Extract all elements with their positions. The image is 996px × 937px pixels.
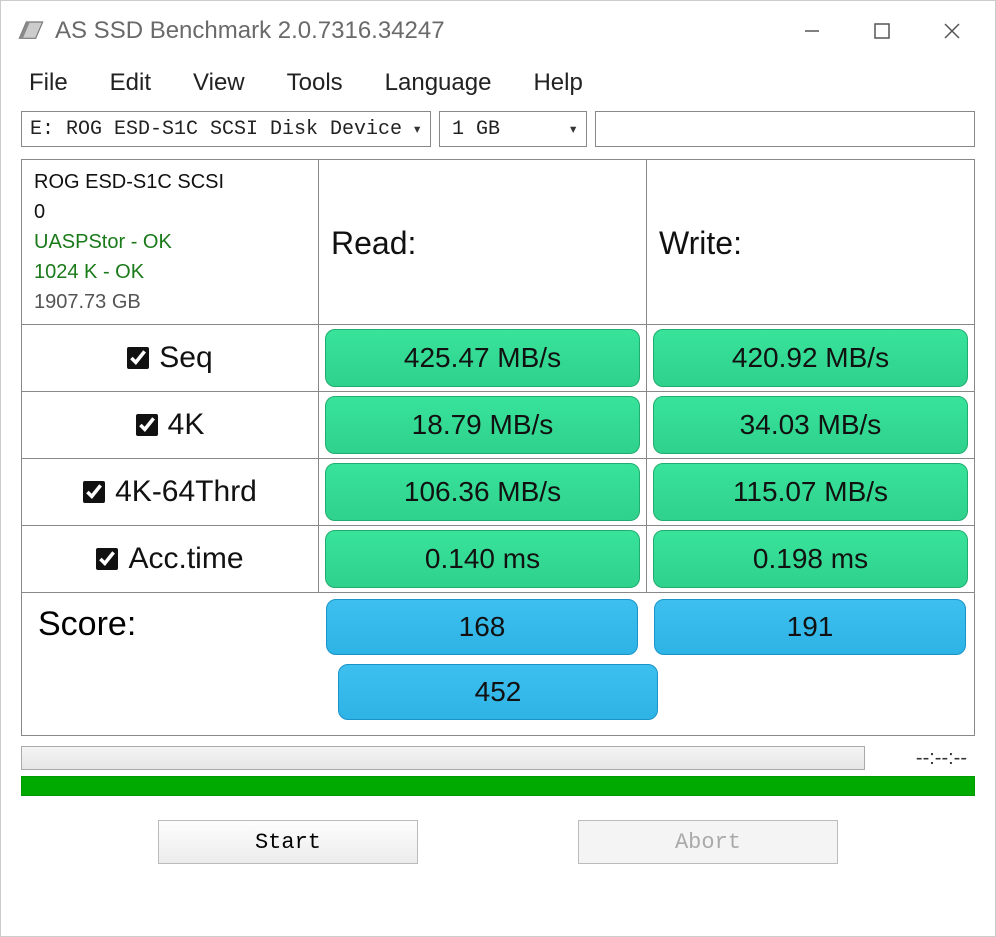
acc-write-value: 0.198 ms	[653, 530, 968, 588]
drive-select-value: E: ROG ESD-S1C SCSI Disk Device	[30, 118, 402, 141]
maximize-button[interactable]	[847, 6, 917, 56]
menu-tools[interactable]: Tools	[287, 69, 343, 97]
4k-read-cell: 18.79 MB/s	[319, 392, 646, 458]
chevron-down-icon: ▾	[568, 119, 578, 139]
4k64-write-value: 115.07 MB/s	[653, 463, 968, 521]
app-icon	[17, 15, 45, 48]
chevron-down-icon: ▾	[412, 119, 422, 139]
progress-row: --:--:--	[21, 746, 975, 770]
progress-bar-1	[21, 746, 865, 770]
abort-button: Abort	[578, 820, 838, 864]
drive-info-cell: ROG ESD-S1C SCSI 0 UASPStor - OK 1024 K …	[22, 160, 318, 324]
start-button[interactable]: Start	[158, 820, 418, 864]
score-label: Score:	[22, 593, 318, 664]
timer-label: --:--:--	[865, 747, 975, 770]
acc-read-value: 0.140 ms	[325, 530, 640, 588]
window-title: AS SSD Benchmark 2.0.7316.34247	[55, 17, 777, 45]
header-write: Write:	[647, 160, 974, 324]
title-bar: AS SSD Benchmark 2.0.7316.34247	[1, 1, 995, 61]
4k64-write-cell: 115.07 MB/s	[647, 459, 974, 525]
drive-name: ROG ESD-S1C SCSI	[34, 167, 224, 197]
size-select-value: 1 GB	[452, 118, 500, 141]
score-write: 191	[654, 599, 966, 655]
score-read-cell: 168	[318, 593, 646, 657]
close-button[interactable]	[917, 6, 987, 56]
row-acc-label: Acc.time	[22, 526, 318, 592]
results-grid: ROG ESD-S1C SCSI 0 UASPStor - OK 1024 K …	[21, 159, 975, 736]
menu-view[interactable]: View	[193, 69, 245, 97]
row-4k-label: 4K	[22, 392, 318, 458]
4k-read-value: 18.79 MB/s	[325, 396, 640, 454]
seq-read-value: 425.47 MB/s	[325, 329, 640, 387]
acc-write-cell: 0.198 ms	[647, 526, 974, 592]
blank-field[interactable]	[595, 111, 975, 147]
4k-label: 4K	[168, 408, 205, 442]
button-row: Start Abort	[1, 796, 995, 884]
row-4k64-label: 4K-64Thrd	[22, 459, 318, 525]
seq-read-cell: 425.47 MB/s	[319, 325, 646, 391]
drive-index: 0	[34, 197, 45, 227]
score-total-row: 452	[22, 664, 974, 735]
score-write-cell: 191	[646, 593, 974, 657]
menu-file[interactable]: File	[29, 69, 68, 97]
drive-uasp: UASPStor - OK	[34, 227, 172, 257]
window-controls	[777, 6, 987, 56]
row-seq-label: Seq	[22, 325, 318, 391]
progress-bar-2	[21, 776, 975, 796]
app-window: AS SSD Benchmark 2.0.7316.34247 File Edi…	[0, 0, 996, 937]
header-read: Read:	[319, 160, 646, 324]
score-read: 168	[326, 599, 638, 655]
seq-write-value: 420.92 MB/s	[653, 329, 968, 387]
selector-row: E: ROG ESD-S1C SCSI Disk Device ▾ 1 GB ▾	[1, 111, 995, 155]
4k64-checkbox[interactable]	[83, 481, 105, 503]
acc-label: Acc.time	[128, 542, 243, 576]
menu-bar: File Edit View Tools Language Help	[1, 61, 995, 111]
score-area: Score: 168 191 452	[22, 593, 974, 735]
4k64-read-value: 106.36 MB/s	[325, 463, 640, 521]
menu-help[interactable]: Help	[533, 69, 582, 97]
score-total: 452	[338, 664, 658, 720]
4k-write-cell: 34.03 MB/s	[647, 392, 974, 458]
drive-align: 1024 K - OK	[34, 257, 144, 287]
size-select[interactable]: 1 GB ▾	[439, 111, 587, 147]
menu-edit[interactable]: Edit	[110, 69, 151, 97]
drive-capacity: 1907.73 GB	[34, 287, 141, 317]
seq-checkbox[interactable]	[127, 347, 149, 369]
seq-write-cell: 420.92 MB/s	[647, 325, 974, 391]
4k64-label: 4K-64Thrd	[115, 475, 257, 509]
minimize-button[interactable]	[777, 6, 847, 56]
acc-checkbox[interactable]	[96, 548, 118, 570]
4k-checkbox[interactable]	[136, 414, 158, 436]
seq-label: Seq	[159, 341, 212, 375]
menu-language[interactable]: Language	[385, 69, 492, 97]
drive-select[interactable]: E: ROG ESD-S1C SCSI Disk Device ▾	[21, 111, 431, 147]
acc-read-cell: 0.140 ms	[319, 526, 646, 592]
4k64-read-cell: 106.36 MB/s	[319, 459, 646, 525]
4k-write-value: 34.03 MB/s	[653, 396, 968, 454]
